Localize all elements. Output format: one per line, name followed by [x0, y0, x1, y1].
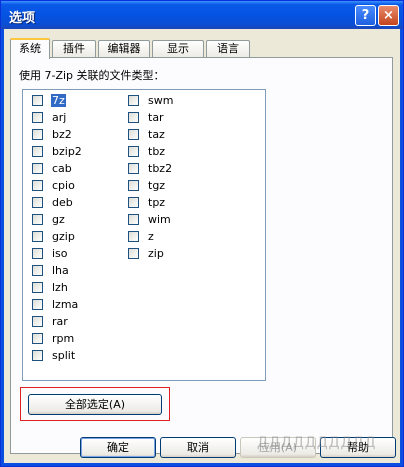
- list-item[interactable]: 7z: [32, 93, 66, 108]
- ok-button[interactable]: 确定: [80, 437, 156, 458]
- file-type-label: iso: [52, 247, 68, 260]
- checkbox[interactable]: [32, 95, 43, 106]
- file-type-label: rpm: [52, 332, 75, 345]
- checkbox[interactable]: [128, 197, 139, 208]
- file-type-label: tbz2: [148, 162, 173, 175]
- checkbox[interactable]: [32, 214, 43, 225]
- close-icon[interactable]: ×: [378, 5, 399, 26]
- list-item[interactable]: cab: [32, 161, 73, 176]
- list-item[interactable]: tgz: [128, 178, 166, 193]
- help-icon[interactable]: ?: [355, 5, 376, 26]
- title-bar[interactable]: 选项 ? ×: [1, 1, 403, 29]
- list-item[interactable]: arj: [32, 110, 67, 125]
- checkbox[interactable]: [128, 163, 139, 174]
- file-type-label: wim: [148, 213, 171, 226]
- checkbox[interactable]: [128, 95, 139, 106]
- checkbox[interactable]: [32, 112, 43, 123]
- list-item[interactable]: taz: [128, 127, 166, 142]
- checkbox[interactable]: [32, 282, 43, 293]
- checkbox[interactable]: [32, 316, 43, 327]
- list-item[interactable]: z: [128, 229, 155, 244]
- list-item[interactable]: gzip: [32, 229, 76, 244]
- checkbox[interactable]: [128, 146, 139, 157]
- tab-display[interactable]: 显示: [152, 40, 204, 57]
- select-all-button[interactable]: 全部选定(A): [28, 394, 162, 415]
- file-type-label: lzh: [52, 281, 68, 294]
- file-type-label: cab: [52, 162, 72, 175]
- list-item[interactable]: iso: [32, 246, 69, 261]
- checkbox[interactable]: [128, 231, 139, 242]
- cancel-button[interactable]: 取消: [160, 437, 236, 458]
- list-item[interactable]: tar: [128, 110, 165, 125]
- checkbox[interactable]: [32, 180, 43, 191]
- checkbox[interactable]: [32, 231, 43, 242]
- checkbox[interactable]: [32, 350, 43, 361]
- watermark-text: ДДДДДДДДДД: [257, 435, 377, 451]
- list-item[interactable]: lzh: [32, 280, 69, 295]
- file-type-label: tgz: [148, 179, 166, 192]
- checkbox[interactable]: [32, 129, 43, 140]
- file-type-label: bz2: [52, 128, 72, 141]
- checkbox[interactable]: [32, 265, 43, 276]
- options-dialog: 选项 ? × 系统 插件 编辑器 显示 语言 使用 7-Zip 关联的文件类型：…: [0, 0, 404, 467]
- checkbox[interactable]: [32, 248, 43, 259]
- associated-types-label: 使用 7-Zip 关联的文件类型：: [19, 69, 165, 82]
- file-type-label: bzip2: [52, 145, 82, 158]
- checkbox[interactable]: [32, 333, 43, 344]
- list-item[interactable]: deb: [32, 195, 74, 210]
- file-type-label: z: [148, 230, 154, 243]
- tab-plugins[interactable]: 插件: [52, 40, 96, 57]
- list-item[interactable]: tbz2: [128, 161, 173, 176]
- list-item[interactable]: gz: [32, 212, 66, 227]
- tab-system[interactable]: 系统: [10, 38, 50, 59]
- file-type-label: split: [52, 349, 76, 362]
- dialog-client: 系统 插件 编辑器 显示 语言 使用 7-Zip 关联的文件类型： 7z arj b…: [4, 29, 400, 463]
- list-item[interactable]: tpz: [128, 195, 166, 210]
- file-type-label: tbz: [148, 145, 166, 158]
- list-item[interactable]: split: [32, 348, 76, 363]
- file-type-label: lha: [52, 264, 69, 277]
- file-type-label: arj: [52, 111, 67, 124]
- list-item[interactable]: zip: [128, 246, 165, 261]
- checkbox[interactable]: [128, 180, 139, 191]
- checkbox[interactable]: [32, 146, 43, 157]
- checkbox[interactable]: [128, 248, 139, 259]
- list-item[interactable]: rpm: [32, 331, 75, 346]
- list-item[interactable]: swm: [128, 93, 174, 108]
- checkbox[interactable]: [32, 197, 43, 208]
- list-item[interactable]: lzma: [32, 297, 79, 312]
- list-item[interactable]: bz2: [32, 127, 73, 142]
- file-type-label: zip: [148, 247, 164, 260]
- list-item[interactable]: rar: [32, 314, 69, 329]
- file-type-label: deb: [52, 196, 73, 209]
- list-item[interactable]: cpio: [32, 178, 76, 193]
- checkbox[interactable]: [128, 129, 139, 140]
- checkbox[interactable]: [128, 112, 139, 123]
- file-type-list[interactable]: 7z arj bz2 bzip2 cab cpio deb gz gzip iso lha lzh lz…: [22, 89, 266, 381]
- file-type-label: 7z: [51, 94, 66, 107]
- window-title: 选项: [9, 11, 36, 26]
- file-type-label: lzma: [52, 298, 79, 311]
- file-type-label: rar: [52, 315, 68, 328]
- list-item[interactable]: lha: [32, 263, 70, 278]
- checkbox[interactable]: [32, 163, 43, 174]
- list-item[interactable]: wim: [128, 212, 172, 227]
- file-type-label: tpz: [148, 196, 166, 209]
- file-type-label: tar: [148, 111, 164, 124]
- list-item[interactable]: tbz: [128, 144, 166, 159]
- file-type-label: swm: [148, 94, 174, 107]
- file-type-label: gzip: [52, 230, 75, 243]
- checkbox[interactable]: [128, 214, 139, 225]
- tab-editor[interactable]: 编辑器: [98, 40, 150, 57]
- tab-language[interactable]: 语言: [206, 40, 250, 57]
- list-item[interactable]: bzip2: [32, 144, 83, 159]
- file-type-label: gz: [52, 213, 65, 226]
- file-type-label: cpio: [52, 179, 75, 192]
- file-type-label: taz: [148, 128, 165, 141]
- checkbox[interactable]: [32, 299, 43, 310]
